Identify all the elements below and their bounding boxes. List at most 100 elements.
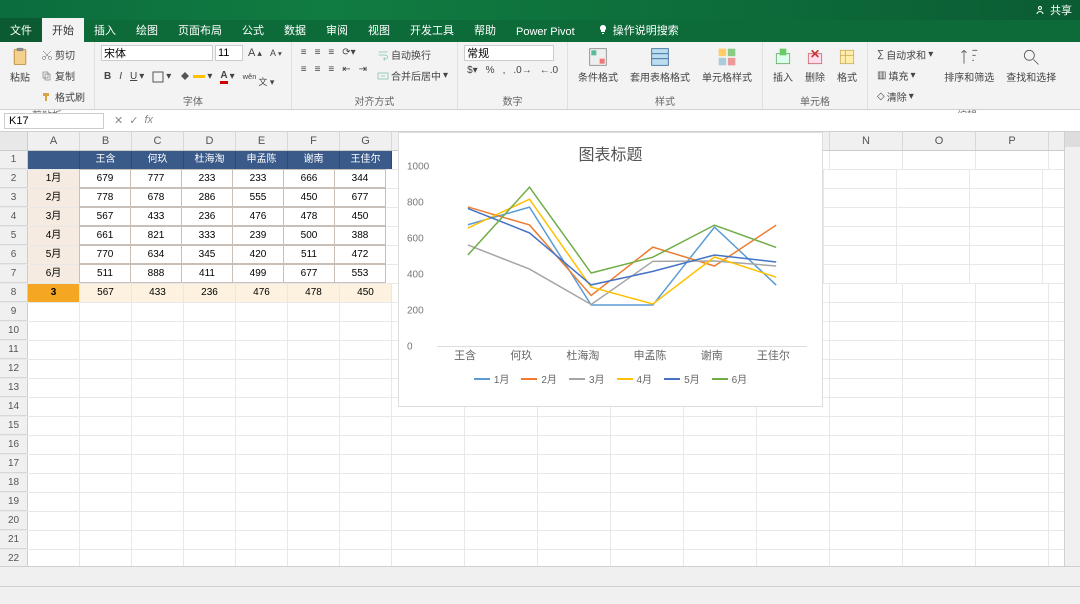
tell-me-search[interactable]: 操作说明搜索 <box>591 18 685 42</box>
cell[interactable] <box>976 379 1049 397</box>
cell[interactable]: 634 <box>130 245 182 264</box>
cell[interactable]: 杜海淘 <box>184 151 236 169</box>
cell[interactable] <box>80 455 132 473</box>
cell[interactable] <box>757 436 830 454</box>
cell[interactable] <box>236 341 288 359</box>
cancel-formula-icon[interactable]: ✕ <box>114 114 123 127</box>
dec-decimal-button[interactable]: ←.0 <box>537 63 561 78</box>
cell[interactable] <box>288 531 340 549</box>
cell[interactable] <box>684 474 757 492</box>
cell[interactable] <box>830 417 903 435</box>
fill-color-button[interactable]: ▾ <box>176 69 215 85</box>
cell[interactable] <box>465 417 538 435</box>
cell[interactable] <box>340 455 392 473</box>
indent-inc-button[interactable]: ⇥ <box>356 62 370 77</box>
tab-formulas[interactable]: 公式 <box>232 18 274 42</box>
cell[interactable]: 888 <box>130 264 182 283</box>
cell[interactable] <box>340 360 392 378</box>
cell[interactable] <box>970 246 1043 264</box>
align-left-button[interactable]: ≡ <box>298 62 310 77</box>
cell[interactable] <box>757 455 830 473</box>
cell[interactable]: 344 <box>334 169 386 188</box>
cell[interactable] <box>976 303 1049 321</box>
cell[interactable] <box>538 531 611 549</box>
phonetic-button[interactable]: wên文 ▾ <box>240 63 278 90</box>
cell[interactable] <box>897 227 970 245</box>
cell[interactable] <box>28 322 80 340</box>
cell[interactable]: 778 <box>79 188 131 207</box>
cell[interactable] <box>976 341 1049 359</box>
cell[interactable] <box>132 303 184 321</box>
cell[interactable]: 申孟陈 <box>236 151 288 169</box>
cell[interactable] <box>80 474 132 492</box>
tab-help[interactable]: 帮助 <box>464 18 506 42</box>
cell[interactable] <box>824 208 897 226</box>
cell[interactable] <box>392 512 465 530</box>
cell[interactable] <box>611 436 684 454</box>
cell[interactable] <box>28 455 80 473</box>
cut-button[interactable]: 剪切 <box>38 45 88 64</box>
cell[interactable]: 500 <box>283 226 335 245</box>
cell[interactable] <box>80 341 132 359</box>
cell[interactable] <box>830 436 903 454</box>
row-header[interactable]: 11 <box>0 341 28 359</box>
font-size-combo[interactable] <box>215 45 243 61</box>
cell[interactable]: 233 <box>232 169 284 188</box>
cell[interactable] <box>80 360 132 378</box>
cell[interactable] <box>897 265 970 283</box>
tab-insert[interactable]: 插入 <box>84 18 126 42</box>
cell[interactable]: 677 <box>283 264 335 283</box>
find-select-button[interactable]: 查找和选择 <box>1002 45 1060 86</box>
cell[interactable] <box>976 474 1049 492</box>
cell[interactable] <box>830 493 903 511</box>
merge-button[interactable]: 合并后居中▾ <box>374 66 451 85</box>
cell[interactable] <box>288 379 340 397</box>
cell[interactable] <box>684 531 757 549</box>
cell[interactable]: 511 <box>283 245 335 264</box>
cell[interactable] <box>184 303 236 321</box>
cell[interactable] <box>236 322 288 340</box>
cell[interactable]: 567 <box>80 284 132 302</box>
cell[interactable] <box>132 531 184 549</box>
cell[interactable] <box>340 322 392 340</box>
align-center-button[interactable]: ≡ <box>312 62 324 77</box>
tab-review[interactable]: 审阅 <box>316 18 358 42</box>
cell[interactable]: 450 <box>334 207 386 226</box>
cell[interactable] <box>340 398 392 416</box>
col-header[interactable]: D <box>184 132 236 150</box>
comma-button[interactable]: , <box>500 63 509 78</box>
row-header[interactable]: 4 <box>0 208 28 226</box>
row-header[interactable]: 14 <box>0 398 28 416</box>
cell[interactable] <box>80 493 132 511</box>
sheet-tabs-bar[interactable] <box>0 566 1080 586</box>
cell[interactable] <box>288 322 340 340</box>
cell[interactable] <box>897 246 970 264</box>
cell[interactable] <box>830 455 903 473</box>
cell[interactable] <box>392 417 465 435</box>
row-header[interactable]: 19 <box>0 493 28 511</box>
cell[interactable] <box>288 493 340 511</box>
cell[interactable] <box>288 341 340 359</box>
cell[interactable] <box>538 493 611 511</box>
cell[interactable] <box>757 512 830 530</box>
row-header[interactable]: 17 <box>0 455 28 473</box>
cell[interactable] <box>976 455 1049 473</box>
cell[interactable] <box>28 493 80 511</box>
copy-button[interactable]: 复制 <box>38 66 88 85</box>
cell[interactable] <box>236 417 288 435</box>
cell[interactable]: 236 <box>181 207 233 226</box>
cell[interactable] <box>903 341 976 359</box>
delete-cells-button[interactable]: 删除 <box>801 45 829 86</box>
share-button[interactable]: 共享 <box>1034 2 1072 18</box>
cell[interactable]: 553 <box>334 264 386 283</box>
cell[interactable] <box>80 398 132 416</box>
cell[interactable] <box>757 417 830 435</box>
cell[interactable] <box>236 474 288 492</box>
cell[interactable]: 433 <box>132 284 184 302</box>
tab-layout[interactable]: 页面布局 <box>168 18 232 42</box>
font-name-combo[interactable] <box>101 45 213 61</box>
cell[interactable]: 239 <box>232 226 284 245</box>
cell[interactable] <box>830 474 903 492</box>
cell[interactable] <box>538 436 611 454</box>
cell[interactable] <box>392 493 465 511</box>
